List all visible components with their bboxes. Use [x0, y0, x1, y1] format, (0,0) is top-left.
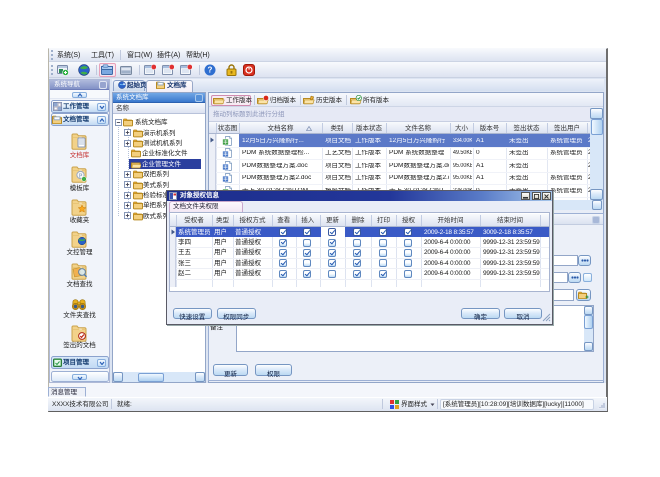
svg-text:?: ? — [208, 66, 213, 75]
